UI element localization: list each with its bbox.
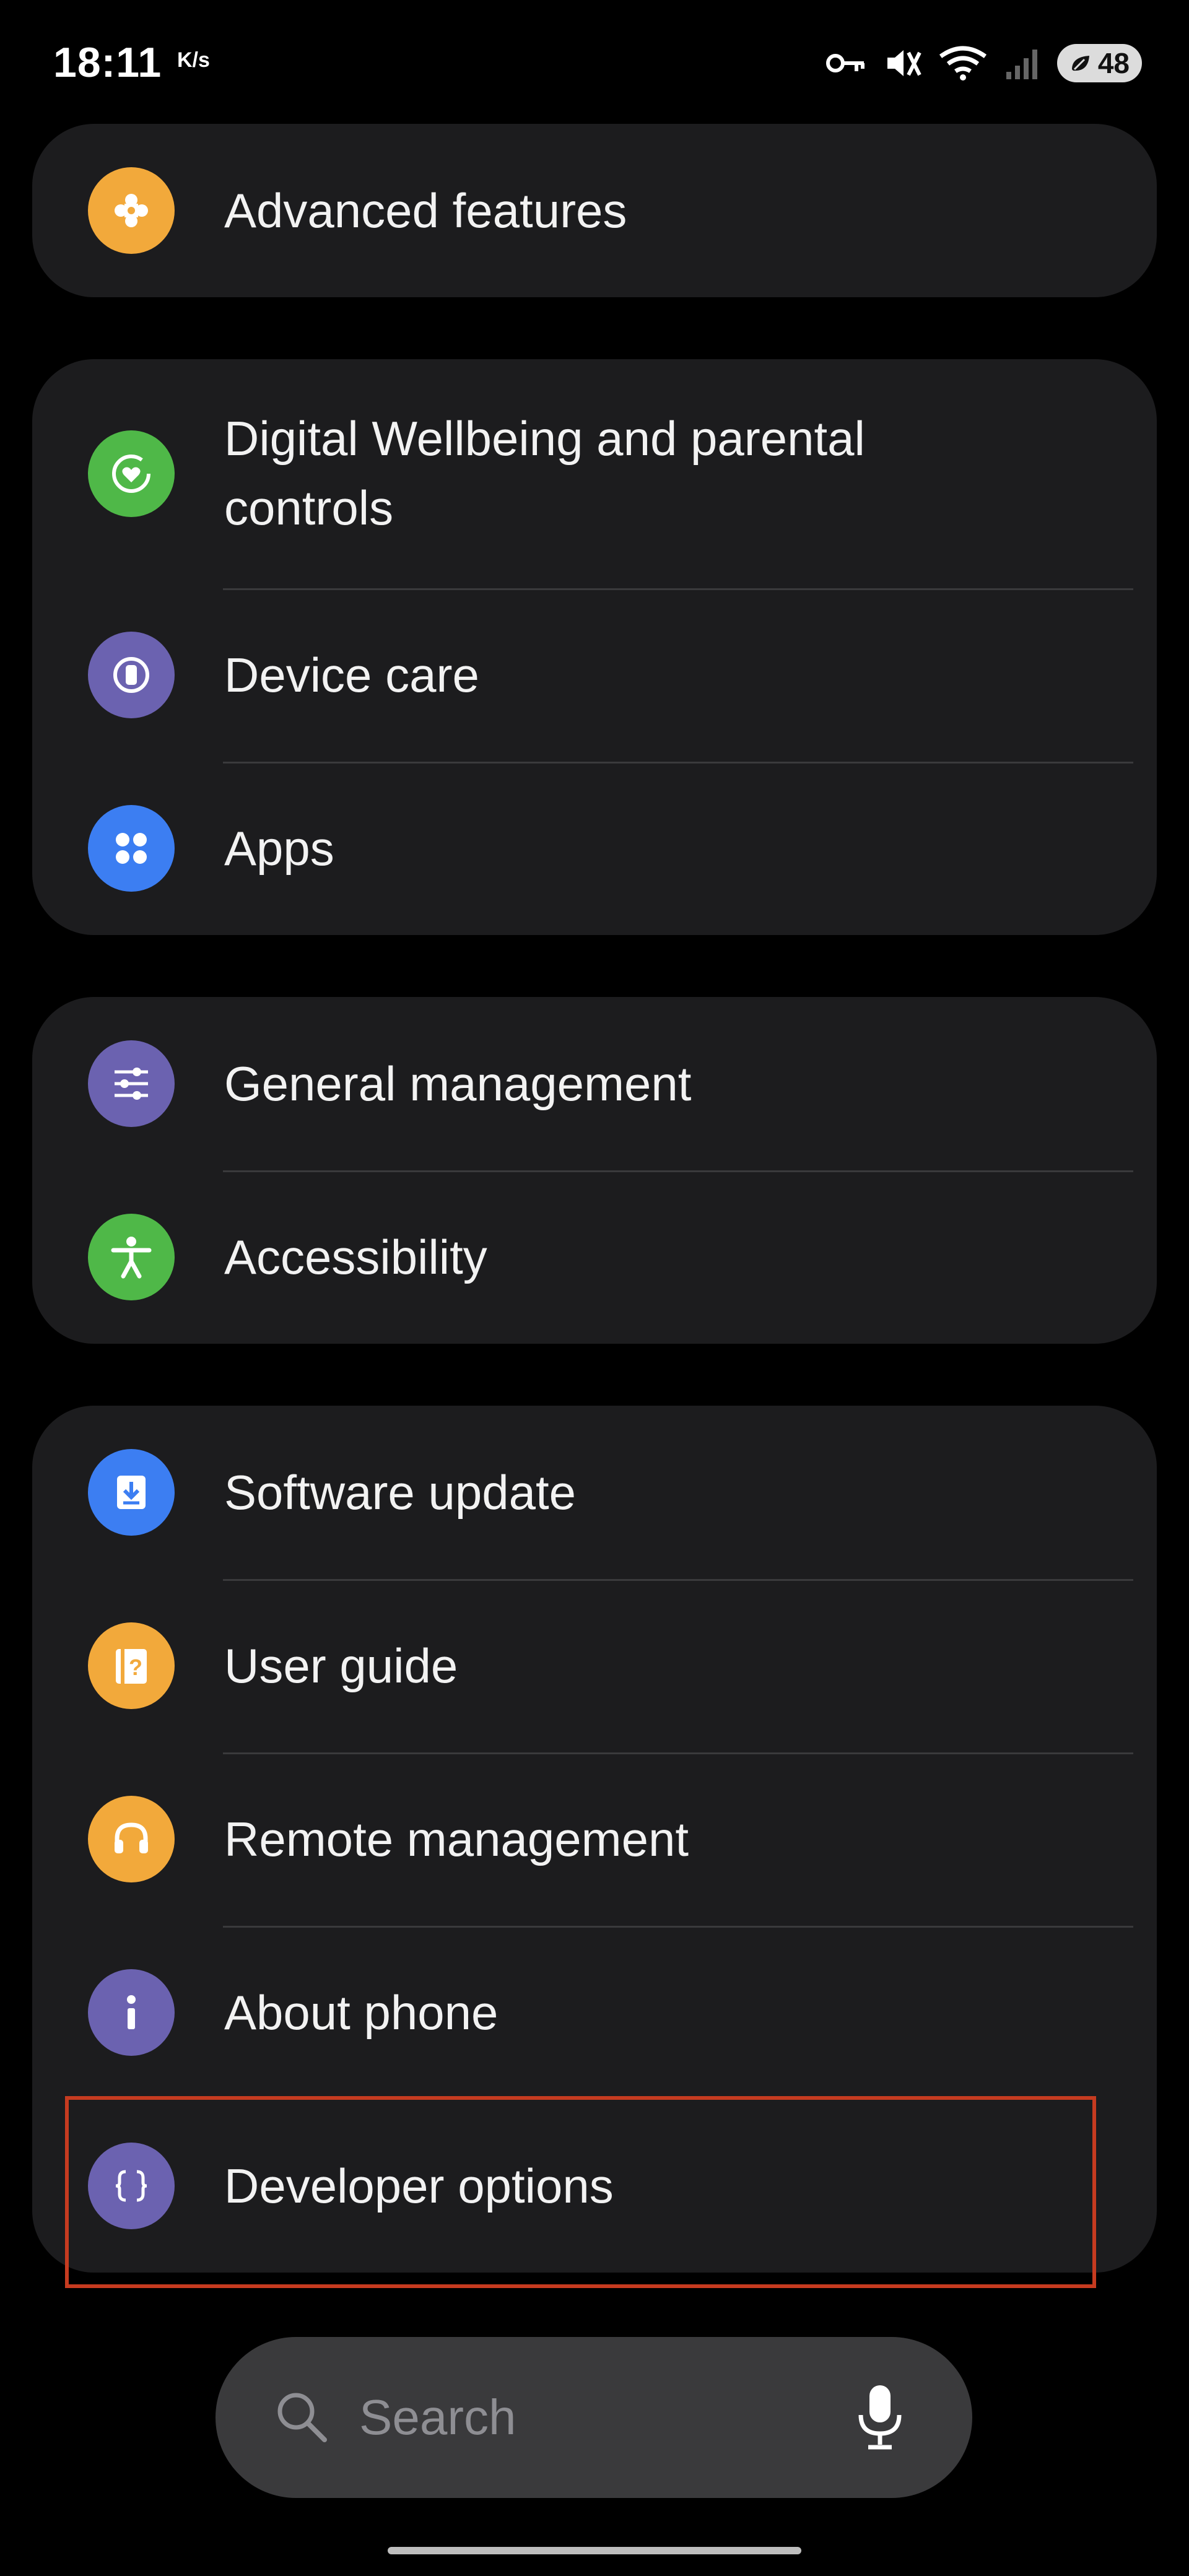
headset-icon xyxy=(88,1796,175,1882)
key-icon xyxy=(824,48,868,79)
svg-text:?: ? xyxy=(129,1655,142,1680)
settings-item-label: Accessibility xyxy=(224,1230,487,1284)
battery-percent: 48 xyxy=(1097,47,1130,79)
net-speed-indicator: K/s xyxy=(177,48,210,72)
battery-indicator: 48 xyxy=(1056,44,1142,82)
settings-item-label: Device care xyxy=(224,648,479,702)
settings-item-label: User guide xyxy=(224,1638,458,1693)
status-icons: 48 xyxy=(824,38,1142,88)
wifi-icon xyxy=(938,44,988,82)
settings-group-3: General management Accessibility xyxy=(32,997,1157,1344)
download-icon xyxy=(88,1449,175,1536)
settings-item-accessibility[interactable]: Accessibility xyxy=(32,1170,1157,1344)
signal-icon xyxy=(1004,45,1041,82)
settings-item-user-guide[interactable]: ? User guide xyxy=(32,1579,1157,1752)
accessibility-icon xyxy=(88,1214,175,1300)
settings-item-label: Apps xyxy=(224,821,334,876)
wellbeing-icon xyxy=(88,430,175,517)
info-icon xyxy=(88,1969,175,2056)
status-time: 18:11 xyxy=(53,39,162,86)
highlight-box xyxy=(65,2096,1096,2288)
settings-item-label: Remote management xyxy=(224,1812,689,1866)
settings-item-software-update[interactable]: Software update xyxy=(32,1406,1157,1579)
settings-item-remote-management[interactable]: Remote management xyxy=(32,1752,1157,1926)
settings-item-advanced-features[interactable]: Advanced features xyxy=(32,124,1157,297)
battery-saver-icon xyxy=(1071,56,1089,71)
home-indicator[interactable] xyxy=(388,2547,801,2554)
settings-item-general-management[interactable]: General management xyxy=(32,997,1157,1170)
search-icon xyxy=(271,2387,333,2452)
device-care-icon xyxy=(88,632,175,718)
settings-item-label: About phone xyxy=(224,1985,499,2040)
status-bar: 18:11 K/s 48 xyxy=(0,0,1189,124)
settings-item-label: Software update xyxy=(224,1465,577,1520)
settings-item-device-care[interactable]: Device care xyxy=(32,588,1157,762)
microphone-icon[interactable] xyxy=(852,2380,908,2458)
user-guide-icon: ? xyxy=(88,1622,175,1709)
settings-item-about-phone[interactable]: About phone xyxy=(32,1926,1157,2099)
mute-icon xyxy=(884,44,922,82)
apps-icon xyxy=(88,805,175,892)
settings-item-label: General management xyxy=(224,1056,692,1111)
sliders-icon xyxy=(88,1040,175,1127)
puzzle-icon xyxy=(88,167,175,254)
settings-item-label: Advanced features xyxy=(224,183,627,238)
search-placeholder: Search xyxy=(359,2390,516,2445)
settings-group-1: Advanced features xyxy=(32,124,1157,297)
settings-item-apps[interactable]: Apps xyxy=(32,762,1157,935)
search-bar[interactable]: Search xyxy=(216,2337,972,2498)
settings-item-label: Digital Wellbeing and parental controls xyxy=(224,411,865,535)
settings-group-2: Digital Wellbeing and parental controls … xyxy=(32,359,1157,935)
settings-item-digital-wellbeing[interactable]: Digital Wellbeing and parental controls xyxy=(32,359,1157,588)
